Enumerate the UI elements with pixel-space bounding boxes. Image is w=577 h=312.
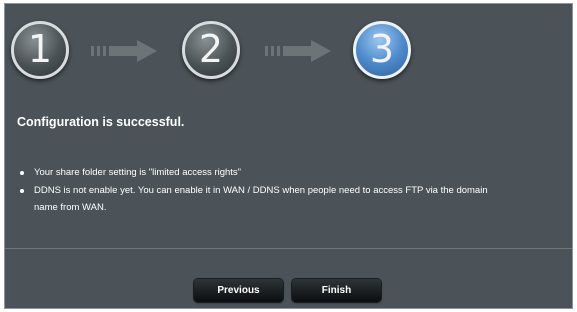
previous-button[interactable]: Previous [194,279,283,302]
step-3-circle: 3 [353,21,411,79]
step-arrow-1-icon [91,40,157,62]
step-arrow-2-icon [265,40,331,62]
result-list: Your share folder setting is "limited ac… [17,164,507,217]
finish-button[interactable]: Finish [292,279,381,302]
list-item: Your share folder setting is "limited ac… [17,164,507,182]
success-heading: Configuration is successful. [17,115,185,129]
list-item: DDNS is not enable yet. You can enable i… [17,182,507,217]
divider [5,248,572,249]
step-2-circle: 2 [182,21,240,79]
wizard-panel: 1 2 3 Configuration is successful. Your … [4,3,573,309]
step-3-number: 3 [369,27,395,71]
step-2-number: 2 [198,27,224,71]
step-1-circle: 1 [11,21,69,79]
step-indicator: 1 2 3 [5,4,572,104]
step-1-number: 1 [27,27,53,71]
